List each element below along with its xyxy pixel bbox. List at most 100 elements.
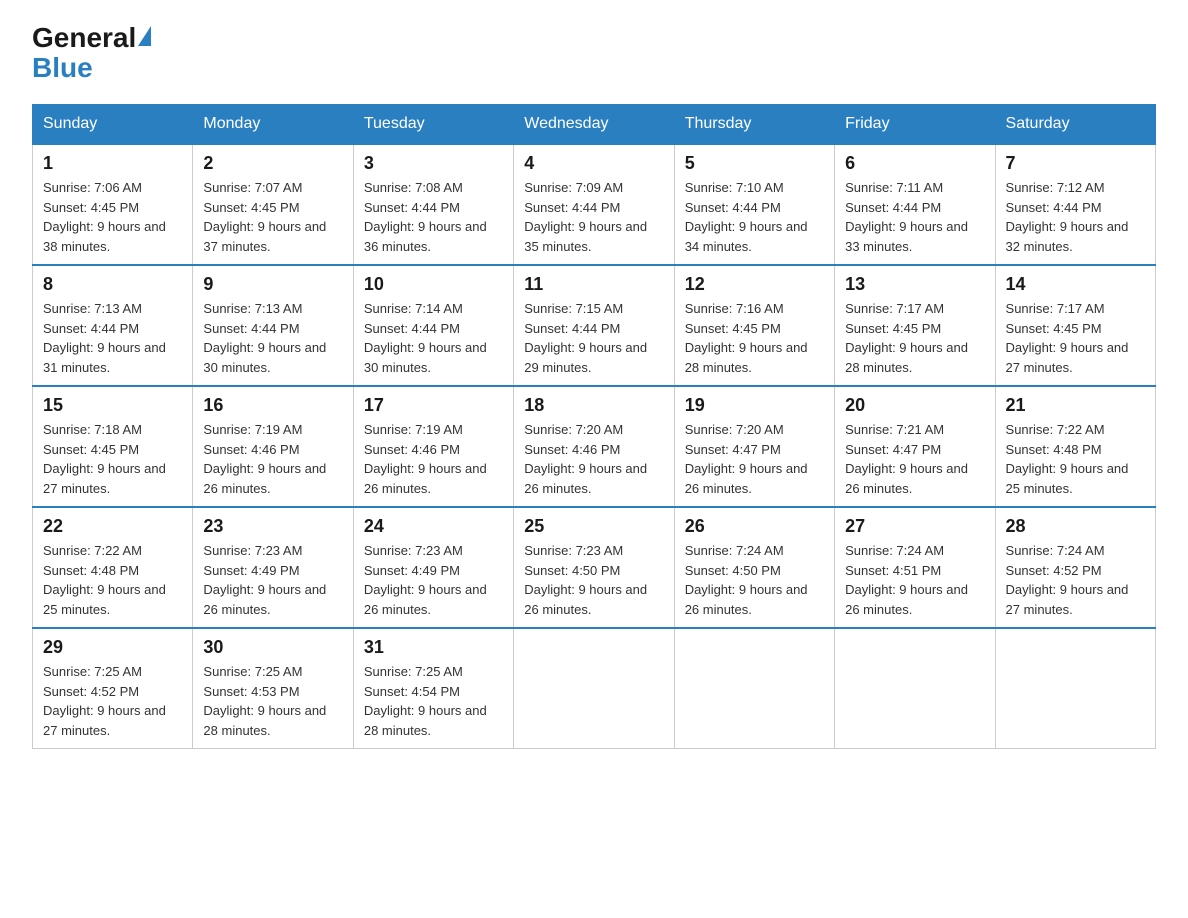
day-number: 20 — [845, 395, 984, 416]
calendar-cell: 20 Sunrise: 7:21 AM Sunset: 4:47 PM Dayl… — [835, 386, 995, 507]
day-number: 26 — [685, 516, 824, 537]
calendar-cell: 4 Sunrise: 7:09 AM Sunset: 4:44 PM Dayli… — [514, 144, 674, 265]
calendar-cell: 19 Sunrise: 7:20 AM Sunset: 4:47 PM Dayl… — [674, 386, 834, 507]
day-number: 30 — [203, 637, 342, 658]
day-number: 22 — [43, 516, 182, 537]
day-number: 9 — [203, 274, 342, 295]
day-number: 7 — [1006, 153, 1145, 174]
calendar-header: Sunday Monday Tuesday Wednesday Thursday… — [33, 105, 1156, 145]
calendar-cell: 27 Sunrise: 7:24 AM Sunset: 4:51 PM Dayl… — [835, 507, 995, 628]
header-monday: Monday — [193, 105, 353, 145]
day-info: Sunrise: 7:08 AM Sunset: 4:44 PM Dayligh… — [364, 178, 503, 256]
day-number: 3 — [364, 153, 503, 174]
day-number: 27 — [845, 516, 984, 537]
day-info: Sunrise: 7:20 AM Sunset: 4:47 PM Dayligh… — [685, 420, 824, 498]
calendar-cell — [514, 628, 674, 749]
logo-blue-text: Blue — [32, 52, 93, 84]
calendar-cell: 18 Sunrise: 7:20 AM Sunset: 4:46 PM Dayl… — [514, 386, 674, 507]
day-info: Sunrise: 7:16 AM Sunset: 4:45 PM Dayligh… — [685, 299, 824, 377]
calendar-cell — [995, 628, 1155, 749]
header-sunday: Sunday — [33, 105, 193, 145]
day-info: Sunrise: 7:20 AM Sunset: 4:46 PM Dayligh… — [524, 420, 663, 498]
day-info: Sunrise: 7:10 AM Sunset: 4:44 PM Dayligh… — [685, 178, 824, 256]
logo-general-text: General — [32, 24, 136, 52]
day-number: 1 — [43, 153, 182, 174]
calendar-cell: 17 Sunrise: 7:19 AM Sunset: 4:46 PM Dayl… — [353, 386, 513, 507]
calendar-cell: 30 Sunrise: 7:25 AM Sunset: 4:53 PM Dayl… — [193, 628, 353, 749]
page-header: General Blue — [32, 24, 1156, 84]
day-number: 4 — [524, 153, 663, 174]
day-number: 28 — [1006, 516, 1145, 537]
day-info: Sunrise: 7:25 AM Sunset: 4:52 PM Dayligh… — [43, 662, 182, 740]
day-number: 24 — [364, 516, 503, 537]
day-number: 25 — [524, 516, 663, 537]
day-info: Sunrise: 7:22 AM Sunset: 4:48 PM Dayligh… — [43, 541, 182, 619]
day-number: 2 — [203, 153, 342, 174]
day-number: 15 — [43, 395, 182, 416]
day-info: Sunrise: 7:19 AM Sunset: 4:46 PM Dayligh… — [203, 420, 342, 498]
day-info: Sunrise: 7:23 AM Sunset: 4:49 PM Dayligh… — [203, 541, 342, 619]
calendar-cell: 14 Sunrise: 7:17 AM Sunset: 4:45 PM Dayl… — [995, 265, 1155, 386]
calendar-cell — [835, 628, 995, 749]
calendar-cell: 1 Sunrise: 7:06 AM Sunset: 4:45 PM Dayli… — [33, 144, 193, 265]
calendar-cell: 24 Sunrise: 7:23 AM Sunset: 4:49 PM Dayl… — [353, 507, 513, 628]
day-info: Sunrise: 7:13 AM Sunset: 4:44 PM Dayligh… — [43, 299, 182, 377]
header-thursday: Thursday — [674, 105, 834, 145]
day-info: Sunrise: 7:06 AM Sunset: 4:45 PM Dayligh… — [43, 178, 182, 256]
day-info: Sunrise: 7:25 AM Sunset: 4:53 PM Dayligh… — [203, 662, 342, 740]
day-info: Sunrise: 7:09 AM Sunset: 4:44 PM Dayligh… — [524, 178, 663, 256]
header-row: Sunday Monday Tuesday Wednesday Thursday… — [33, 105, 1156, 145]
day-info: Sunrise: 7:18 AM Sunset: 4:45 PM Dayligh… — [43, 420, 182, 498]
calendar-cell: 10 Sunrise: 7:14 AM Sunset: 4:44 PM Dayl… — [353, 265, 513, 386]
day-number: 17 — [364, 395, 503, 416]
day-info: Sunrise: 7:24 AM Sunset: 4:51 PM Dayligh… — [845, 541, 984, 619]
header-friday: Friday — [835, 105, 995, 145]
day-number: 16 — [203, 395, 342, 416]
day-info: Sunrise: 7:19 AM Sunset: 4:46 PM Dayligh… — [364, 420, 503, 498]
day-info: Sunrise: 7:23 AM Sunset: 4:50 PM Dayligh… — [524, 541, 663, 619]
day-info: Sunrise: 7:17 AM Sunset: 4:45 PM Dayligh… — [845, 299, 984, 377]
calendar-cell: 26 Sunrise: 7:24 AM Sunset: 4:50 PM Dayl… — [674, 507, 834, 628]
calendar-cell: 31 Sunrise: 7:25 AM Sunset: 4:54 PM Dayl… — [353, 628, 513, 749]
day-number: 21 — [1006, 395, 1145, 416]
day-number: 11 — [524, 274, 663, 295]
day-number: 29 — [43, 637, 182, 658]
calendar-body: 1 Sunrise: 7:06 AM Sunset: 4:45 PM Dayli… — [33, 144, 1156, 749]
day-number: 12 — [685, 274, 824, 295]
day-number: 5 — [685, 153, 824, 174]
day-info: Sunrise: 7:21 AM Sunset: 4:47 PM Dayligh… — [845, 420, 984, 498]
calendar-cell: 12 Sunrise: 7:16 AM Sunset: 4:45 PM Dayl… — [674, 265, 834, 386]
calendar-cell: 8 Sunrise: 7:13 AM Sunset: 4:44 PM Dayli… — [33, 265, 193, 386]
day-info: Sunrise: 7:14 AM Sunset: 4:44 PM Dayligh… — [364, 299, 503, 377]
day-number: 6 — [845, 153, 984, 174]
day-info: Sunrise: 7:23 AM Sunset: 4:49 PM Dayligh… — [364, 541, 503, 619]
day-info: Sunrise: 7:25 AM Sunset: 4:54 PM Dayligh… — [364, 662, 503, 740]
calendar-cell: 15 Sunrise: 7:18 AM Sunset: 4:45 PM Dayl… — [33, 386, 193, 507]
day-number: 19 — [685, 395, 824, 416]
logo: General Blue — [32, 24, 153, 84]
calendar-cell: 9 Sunrise: 7:13 AM Sunset: 4:44 PM Dayli… — [193, 265, 353, 386]
calendar-cell: 23 Sunrise: 7:23 AM Sunset: 4:49 PM Dayl… — [193, 507, 353, 628]
calendar-cell: 7 Sunrise: 7:12 AM Sunset: 4:44 PM Dayli… — [995, 144, 1155, 265]
calendar-cell: 16 Sunrise: 7:19 AM Sunset: 4:46 PM Dayl… — [193, 386, 353, 507]
day-number: 13 — [845, 274, 984, 295]
calendar-table: Sunday Monday Tuesday Wednesday Thursday… — [32, 104, 1156, 749]
day-info: Sunrise: 7:07 AM Sunset: 4:45 PM Dayligh… — [203, 178, 342, 256]
day-number: 8 — [43, 274, 182, 295]
calendar-cell: 6 Sunrise: 7:11 AM Sunset: 4:44 PM Dayli… — [835, 144, 995, 265]
calendar-cell — [674, 628, 834, 749]
calendar-cell: 5 Sunrise: 7:10 AM Sunset: 4:44 PM Dayli… — [674, 144, 834, 265]
day-info: Sunrise: 7:12 AM Sunset: 4:44 PM Dayligh… — [1006, 178, 1145, 256]
day-info: Sunrise: 7:22 AM Sunset: 4:48 PM Dayligh… — [1006, 420, 1145, 498]
header-saturday: Saturday — [995, 105, 1155, 145]
calendar-cell: 25 Sunrise: 7:23 AM Sunset: 4:50 PM Dayl… — [514, 507, 674, 628]
calendar-cell: 28 Sunrise: 7:24 AM Sunset: 4:52 PM Dayl… — [995, 507, 1155, 628]
header-wednesday: Wednesday — [514, 105, 674, 145]
day-number: 10 — [364, 274, 503, 295]
day-info: Sunrise: 7:15 AM Sunset: 4:44 PM Dayligh… — [524, 299, 663, 377]
day-info: Sunrise: 7:13 AM Sunset: 4:44 PM Dayligh… — [203, 299, 342, 377]
day-info: Sunrise: 7:11 AM Sunset: 4:44 PM Dayligh… — [845, 178, 984, 256]
calendar-cell: 3 Sunrise: 7:08 AM Sunset: 4:44 PM Dayli… — [353, 144, 513, 265]
day-number: 23 — [203, 516, 342, 537]
calendar-cell: 13 Sunrise: 7:17 AM Sunset: 4:45 PM Dayl… — [835, 265, 995, 386]
